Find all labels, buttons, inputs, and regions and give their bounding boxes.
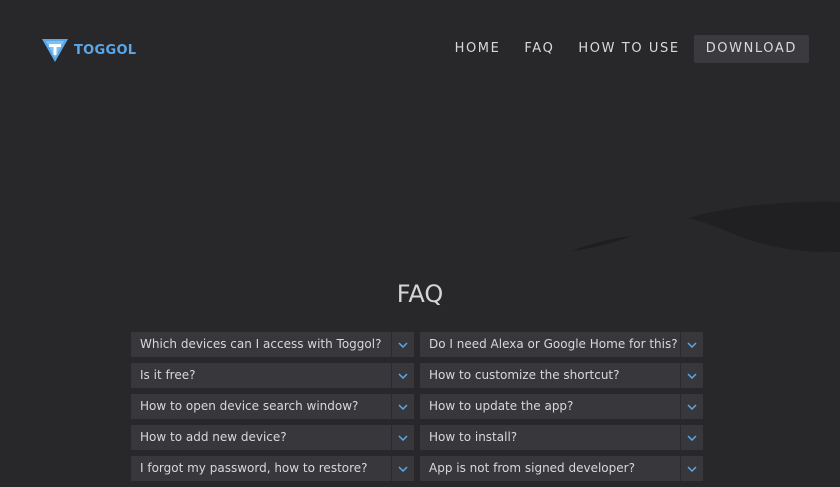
chevron-down-icon: [398, 465, 408, 472]
faq-toggle[interactable]: [680, 363, 703, 388]
faq-question: Which devices can I access with Toggol?: [140, 337, 382, 351]
faq-item[interactable]: I forgot my password, how to restore?: [131, 456, 414, 481]
faq-question: Do I need Alexa or Google Home for this?: [429, 337, 678, 351]
chevron-down-icon: [398, 434, 408, 441]
faq-row: How to add new device? How to install?: [131, 425, 703, 450]
faq-grid: Which devices can I access with Toggol? …: [131, 332, 703, 487]
faq-row: Which devices can I access with Toggol? …: [131, 332, 703, 357]
faq-toggle[interactable]: [680, 394, 703, 419]
site-header: TOGGOL HOME FAQ HOW TO USE DOWNLOAD: [0, 0, 840, 96]
chevron-down-icon: [687, 341, 697, 348]
faq-toggle[interactable]: [391, 394, 414, 419]
faq-question: How to update the app?: [429, 399, 574, 413]
main-nav: HOME FAQ HOW TO USE DOWNLOAD: [443, 35, 809, 63]
decorative-wave-shape: [572, 201, 840, 253]
faq-item[interactable]: How to install?: [420, 425, 703, 450]
faq-toggle[interactable]: [391, 332, 414, 357]
faq-item[interactable]: Do I need Alexa or Google Home for this?: [420, 332, 703, 357]
nav-download-button[interactable]: DOWNLOAD: [693, 35, 809, 63]
nav-faq-link[interactable]: FAQ: [512, 35, 566, 63]
faq-item[interactable]: How to customize the shortcut?: [420, 363, 703, 388]
nav-home-link[interactable]: HOME: [443, 35, 513, 63]
faq-toggle[interactable]: [391, 425, 414, 450]
faq-question: How to customize the shortcut?: [429, 368, 620, 382]
faq-item[interactable]: Is it free?: [131, 363, 414, 388]
faq-row: How to open device search window? How to…: [131, 394, 703, 419]
faq-question: Is it free?: [140, 368, 196, 382]
nav-how-to-use-link[interactable]: HOW TO USE: [566, 35, 691, 63]
chevron-down-icon: [687, 434, 697, 441]
faq-question: I forgot my password, how to restore?: [140, 461, 368, 475]
brand-logo[interactable]: TOGGOL: [41, 37, 136, 63]
faq-toggle[interactable]: [391, 456, 414, 481]
chevron-down-icon: [398, 403, 408, 410]
chevron-down-icon: [687, 372, 697, 379]
faq-item[interactable]: Which devices can I access with Toggol?: [131, 332, 414, 357]
brand-name: TOGGOL: [74, 42, 137, 58]
toggol-logo-icon: [42, 39, 68, 62]
chevron-down-icon: [687, 465, 697, 472]
faq-item[interactable]: How to add new device?: [131, 425, 414, 450]
chevron-down-icon: [398, 341, 408, 348]
chevron-down-icon: [398, 372, 408, 379]
faq-item[interactable]: How to open device search window?: [131, 394, 414, 419]
faq-question: App is not from signed developer?: [429, 461, 635, 475]
faq-toggle[interactable]: [680, 425, 703, 450]
faq-toggle[interactable]: [680, 332, 703, 357]
faq-heading: FAQ: [396, 280, 444, 308]
faq-item[interactable]: App is not from signed developer?: [420, 456, 703, 481]
faq-question: How to open device search window?: [140, 399, 359, 413]
faq-question: How to add new device?: [140, 430, 287, 444]
faq-row: Is it free? How to customize the shortcu…: [131, 363, 703, 388]
faq-toggle[interactable]: [391, 363, 414, 388]
faq-row: I forgot my password, how to restore? Ap…: [131, 456, 703, 481]
faq-item[interactable]: How to update the app?: [420, 394, 703, 419]
chevron-down-icon: [687, 403, 697, 410]
faq-question: How to install?: [429, 430, 518, 444]
faq-toggle[interactable]: [680, 456, 703, 481]
